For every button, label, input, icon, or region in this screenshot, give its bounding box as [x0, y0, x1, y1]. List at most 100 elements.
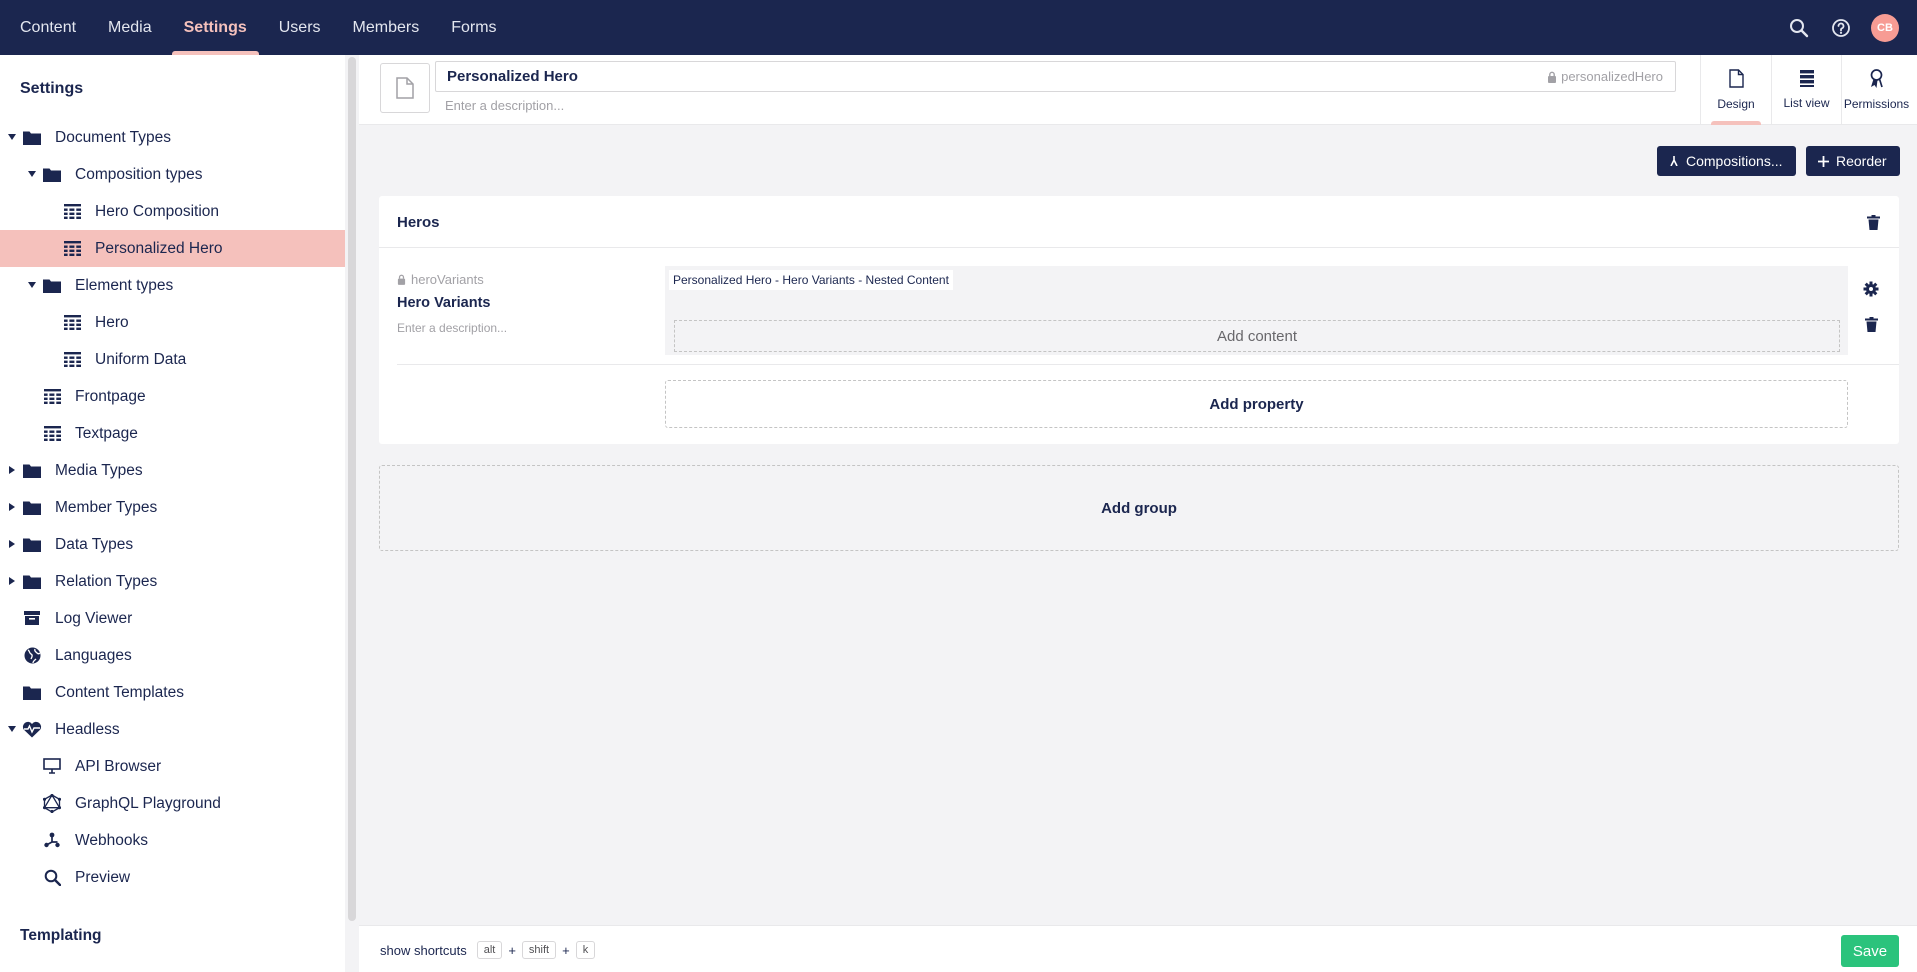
doctype-icon — [62, 239, 82, 257]
globe-icon — [22, 646, 42, 664]
gear-icon[interactable] — [1861, 279, 1881, 299]
tree-item[interactable]: Personalized Hero — [0, 230, 345, 267]
app-design[interactable]: Design — [1701, 55, 1771, 125]
tree-item[interactable]: Languages — [0, 637, 345, 674]
caret-down-icon[interactable] — [28, 171, 36, 177]
document-icon — [396, 77, 414, 99]
help-icon[interactable] — [1829, 16, 1853, 40]
tree-item[interactable]: Frontpage — [0, 378, 345, 415]
reorder-button[interactable]: Reorder — [1806, 146, 1900, 176]
caret-right-icon[interactable] — [9, 540, 15, 548]
lock-icon — [1548, 71, 1557, 83]
property-description[interactable]: Enter a description... — [397, 321, 507, 335]
caret-right-icon[interactable] — [9, 503, 15, 511]
caret-right-icon[interactable] — [9, 577, 15, 585]
search-icon[interactable] — [1787, 16, 1811, 40]
top-navigation: Content Media Settings Users Members Forms CB — [0, 0, 1917, 55]
avatar[interactable]: CB — [1871, 13, 1899, 42]
caret-down-icon[interactable] — [8, 134, 16, 140]
app-label: Permissions — [1843, 97, 1910, 111]
add-group-button[interactable]: Add group — [379, 465, 1899, 551]
tree-item[interactable]: Hero — [0, 304, 345, 341]
tree-item-label: Relation Types — [55, 573, 158, 590]
nav-item-users[interactable]: Users — [263, 0, 337, 55]
top-right-tools: CB — [1787, 0, 1899, 55]
tree-item-label: Content Templates — [55, 684, 184, 701]
tree-item[interactable]: Textpage — [0, 415, 345, 452]
tree-item-label: Data Types — [55, 536, 134, 553]
nav-item-settings[interactable]: Settings — [168, 0, 263, 55]
box-icon — [22, 609, 42, 627]
tree-item[interactable]: API Browser — [0, 748, 345, 785]
tree-item[interactable]: Headless — [0, 711, 345, 748]
tree-item-label: Headless — [55, 721, 120, 738]
alias-field[interactable]: personalizedHero — [1547, 69, 1663, 84]
sidebar-scrollbar[interactable] — [345, 55, 359, 972]
delete-group-icon[interactable] — [1863, 212, 1883, 232]
property-name[interactable]: Hero Variants — [397, 295, 491, 311]
tree-item[interactable]: Document Types — [0, 119, 345, 156]
editor-header: Personalized Hero personalizedHero Enter… — [359, 55, 1917, 125]
caret-down-icon[interactable] — [28, 282, 36, 288]
nav-item-content[interactable]: Content — [4, 0, 92, 55]
compositions-button[interactable]: Compositions... — [1657, 146, 1796, 176]
delete-property-icon[interactable] — [1861, 314, 1881, 334]
tree-item[interactable]: Data Types — [0, 526, 345, 563]
tree-item[interactable]: Webhooks — [0, 822, 345, 859]
doctype-icon-picker[interactable] — [380, 63, 430, 113]
webhook-icon — [42, 831, 62, 849]
tree-item[interactable]: Content Templates — [0, 674, 345, 711]
tree-item[interactable]: Log Viewer — [0, 600, 345, 637]
compositions-label: Compositions... — [1686, 153, 1783, 169]
tree-item-label: Webhooks — [75, 832, 148, 849]
tree-item[interactable]: Relation Types — [0, 563, 345, 600]
sidebar-templating-heading[interactable]: Templating — [20, 927, 102, 945]
sidebar-heading: Settings — [20, 80, 84, 97]
tree-item[interactable]: Element types — [0, 267, 345, 304]
tree-item-label: Preview — [75, 869, 131, 886]
nav-item-members[interactable]: Members — [337, 0, 436, 55]
shortcut-key: k — [575, 941, 596, 959]
tree-item-label: Uniform Data — [95, 351, 187, 368]
add-property-button[interactable]: Add property — [665, 380, 1848, 428]
app-permissions[interactable]: Permissions — [1841, 55, 1911, 125]
tree-item[interactable]: Uniform Data — [0, 341, 345, 378]
property-editor-preview[interactable]: Personalized Hero - Hero Variants - Nest… — [665, 266, 1848, 355]
nav-item-media[interactable]: Media — [92, 0, 168, 55]
folder-icon — [22, 572, 42, 590]
folder-icon — [22, 498, 42, 516]
tree-item[interactable]: Composition types — [0, 156, 345, 193]
description-input[interactable]: Enter a description... — [445, 98, 564, 113]
alias-text: personalizedHero — [1561, 69, 1663, 84]
folder-icon — [22, 683, 42, 701]
folder-icon — [42, 165, 62, 183]
tree-item[interactable]: Member Types — [0, 489, 345, 526]
tree-item[interactable]: Media Types — [0, 452, 345, 489]
property-divider — [397, 364, 1899, 365]
folder-icon — [42, 276, 62, 294]
caret-right-icon[interactable] — [9, 466, 15, 474]
tree-item-label: Personalized Hero — [95, 240, 223, 257]
property-alias[interactable]: heroVariants — [397, 272, 484, 287]
shortcuts-label: show shortcuts — [380, 942, 467, 958]
save-button[interactable]: Save — [1841, 935, 1899, 967]
nav-item-forms[interactable]: Forms — [435, 0, 512, 55]
tree-item-label: Element types — [75, 277, 174, 294]
tree-item-label: Hero — [95, 314, 129, 331]
tree-item[interactable]: Preview — [0, 859, 345, 896]
graphql-icon — [42, 793, 62, 813]
section-nav: Content Media Settings Users Members Forms — [4, 0, 513, 55]
doctype-name-input[interactable]: Personalized Hero personalizedHero — [435, 61, 1676, 92]
tree-item-label: Frontpage — [75, 388, 146, 405]
add-content-button[interactable]: Add content — [674, 320, 1840, 352]
app-label: Design — [1717, 97, 1755, 111]
app-list-view[interactable]: List view — [1771, 55, 1841, 125]
scrollbar-thumb[interactable] — [348, 57, 356, 921]
tree-item[interactable]: GraphQL Playground — [0, 785, 345, 822]
shortcut-plus: + — [562, 942, 570, 958]
merge-icon — [1670, 156, 1678, 166]
tree-item[interactable]: Hero Composition — [0, 193, 345, 230]
shortcuts-hint[interactable]: show shortcuts alt + shift + k — [380, 941, 596, 959]
group-title[interactable]: Heros — [397, 214, 440, 231]
caret-down-icon[interactable] — [8, 726, 16, 732]
